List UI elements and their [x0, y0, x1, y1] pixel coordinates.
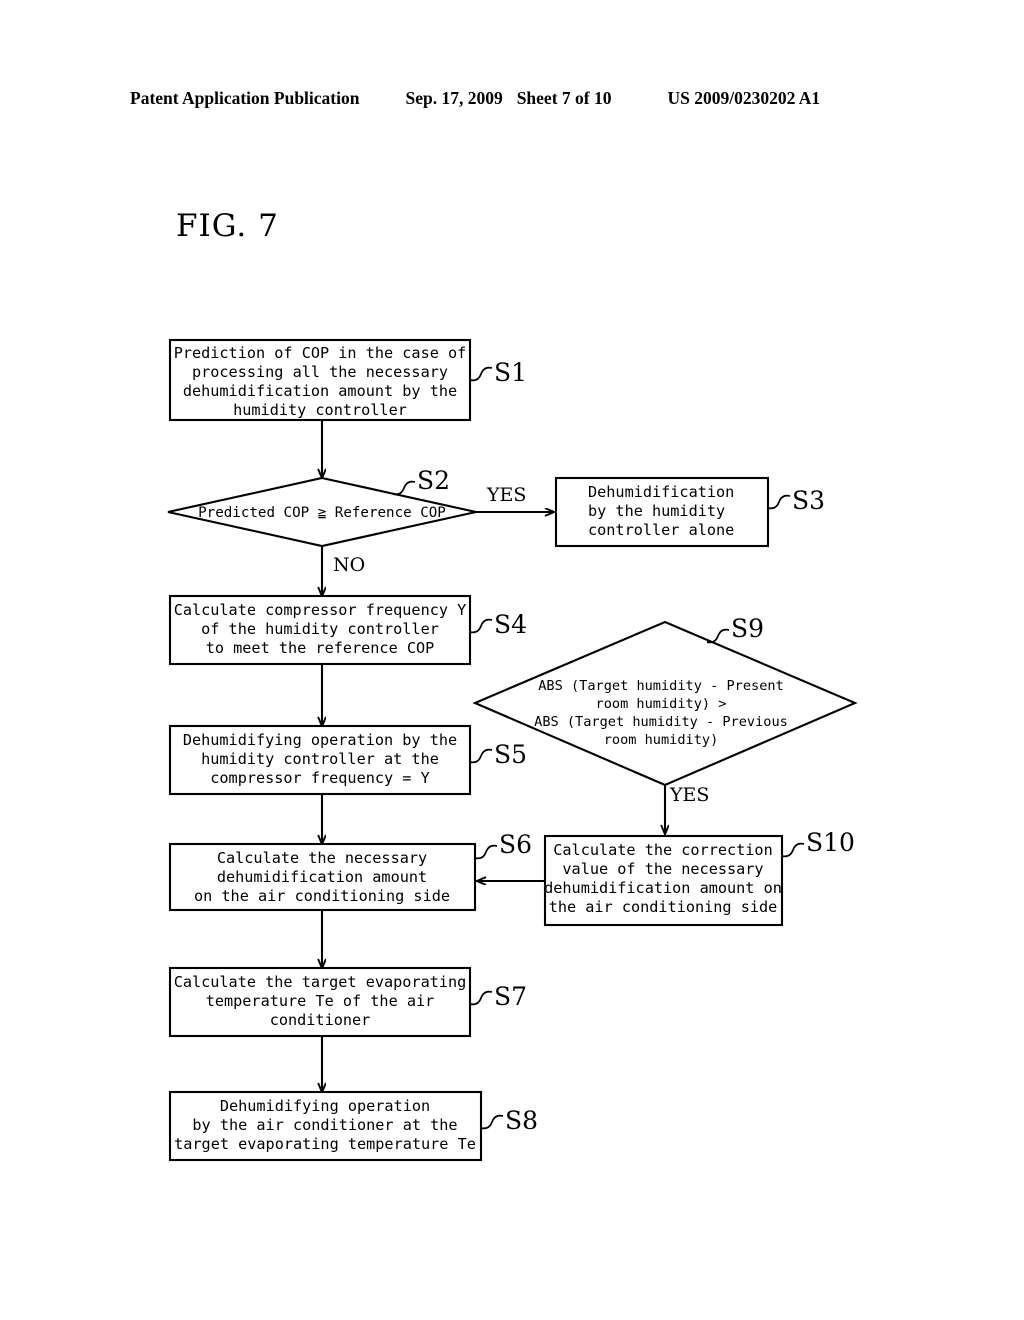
flow-node-s2[interactable]: Predicted COP ≧ Reference COP S2 YES NO [167, 466, 526, 576]
flow-node-s9[interactable]: ABS (Target humidity - Present room humi… [472, 614, 858, 806]
flow-node-s10[interactable]: Calculate the correction value of the ne… [543, 828, 855, 927]
s9-step-label: S9 [731, 614, 764, 643]
s6-line-2: dehumidification amount [217, 868, 427, 886]
s3-line-2: by the humidity [588, 502, 725, 520]
s3-step-label: S3 [792, 486, 825, 515]
s4-step-label: S4 [494, 610, 527, 639]
s7-line-2: temperature Te of the air [206, 992, 435, 1010]
s3-line-3: controller alone [588, 521, 734, 539]
s10-line-1: Calculate the correction [553, 841, 772, 859]
s4-line-3: to meet the reference COP [206, 639, 435, 657]
s1-line-4: humidity controller [233, 401, 407, 419]
s2-no-branch-label: NO [333, 554, 365, 576]
s8-leader-line [480, 1114, 504, 1130]
flow-node-s3[interactable]: Dehumidification by the humidity control… [554, 476, 825, 548]
s4-line-2: of the humidity controller [201, 620, 439, 638]
s2-line-1: Predicted COP ≧ Reference COP [198, 505, 446, 521]
s6-line-3: on the air conditioning side [194, 887, 450, 905]
flow-node-s7[interactable]: Calculate the target evaporating tempera… [168, 966, 527, 1038]
s6-leader-line [474, 844, 498, 860]
s8-line-1: Dehumidifying operation [220, 1097, 430, 1115]
s1-line-3: dehumidification amount by the [183, 382, 457, 400]
s1-step-label: S1 [494, 358, 527, 387]
s8-line-2: by the air conditioner at the [192, 1116, 457, 1134]
s5-step-label: S5 [494, 740, 527, 769]
s9-line-1: ABS (Target humidity - Present [538, 678, 784, 694]
s10-line-3: dehumidification amount on [544, 879, 782, 897]
s5-line-2: humidity controller at the [201, 750, 439, 768]
s3-line-1: Dehumidification [588, 483, 734, 501]
s7-step-label: S7 [494, 982, 527, 1011]
s9-line-4: room humidity) [604, 732, 719, 748]
s5-line-3: compressor frequency = Y [210, 769, 429, 787]
s6-step-label: S6 [499, 830, 532, 859]
s4-line-1: Calculate compressor frequency Y [174, 601, 467, 619]
flowchart-diagram: Prediction of COP in the case of process… [167, 338, 858, 1162]
flow-node-s1[interactable]: Prediction of COP in the case of process… [168, 338, 527, 422]
s9-line-2: room humidity) > [596, 696, 727, 712]
s10-line-2: value of the necessary [562, 860, 763, 878]
s10-line-4: the air conditioning side [549, 898, 778, 916]
s8-line-3: target evaporating temperature Te [174, 1135, 476, 1153]
s9-line-3: ABS (Target humidity - Previous [534, 714, 788, 730]
s1-line-1: Prediction of COP in the case of [174, 344, 467, 362]
flow-node-s8[interactable]: Dehumidifying operation by the air condi… [168, 1090, 538, 1162]
s2-leader-line [392, 480, 416, 496]
flow-node-s5[interactable]: Dehumidifying operation by the humidity … [168, 724, 527, 796]
s7-line-1: Calculate the target evaporating [174, 973, 467, 991]
s5-leader-line [469, 748, 493, 764]
s2-step-label: S2 [417, 466, 450, 495]
s7-leader-line [469, 990, 493, 1006]
flow-node-s4[interactable]: Calculate compressor frequency Y of the … [168, 594, 527, 666]
s10-leader-line [781, 842, 805, 858]
s7-line-3: conditioner [270, 1011, 371, 1029]
s9-yes-branch-label: YES [669, 784, 709, 806]
s2-yes-branch-label: YES [486, 484, 526, 506]
s5-line-1: Dehumidifying operation by the [183, 731, 457, 749]
s8-step-label: S8 [505, 1106, 538, 1135]
s3-leader-line [767, 494, 791, 510]
s1-leader-line [469, 366, 493, 382]
s6-line-1: Calculate the necessary [217, 849, 427, 867]
s4-leader-line [469, 618, 493, 634]
s10-step-label: S10 [806, 828, 855, 857]
s1-line-2: processing all the necessary [192, 363, 448, 381]
flow-node-s6[interactable]: Calculate the necessary dehumidification… [168, 830, 532, 912]
